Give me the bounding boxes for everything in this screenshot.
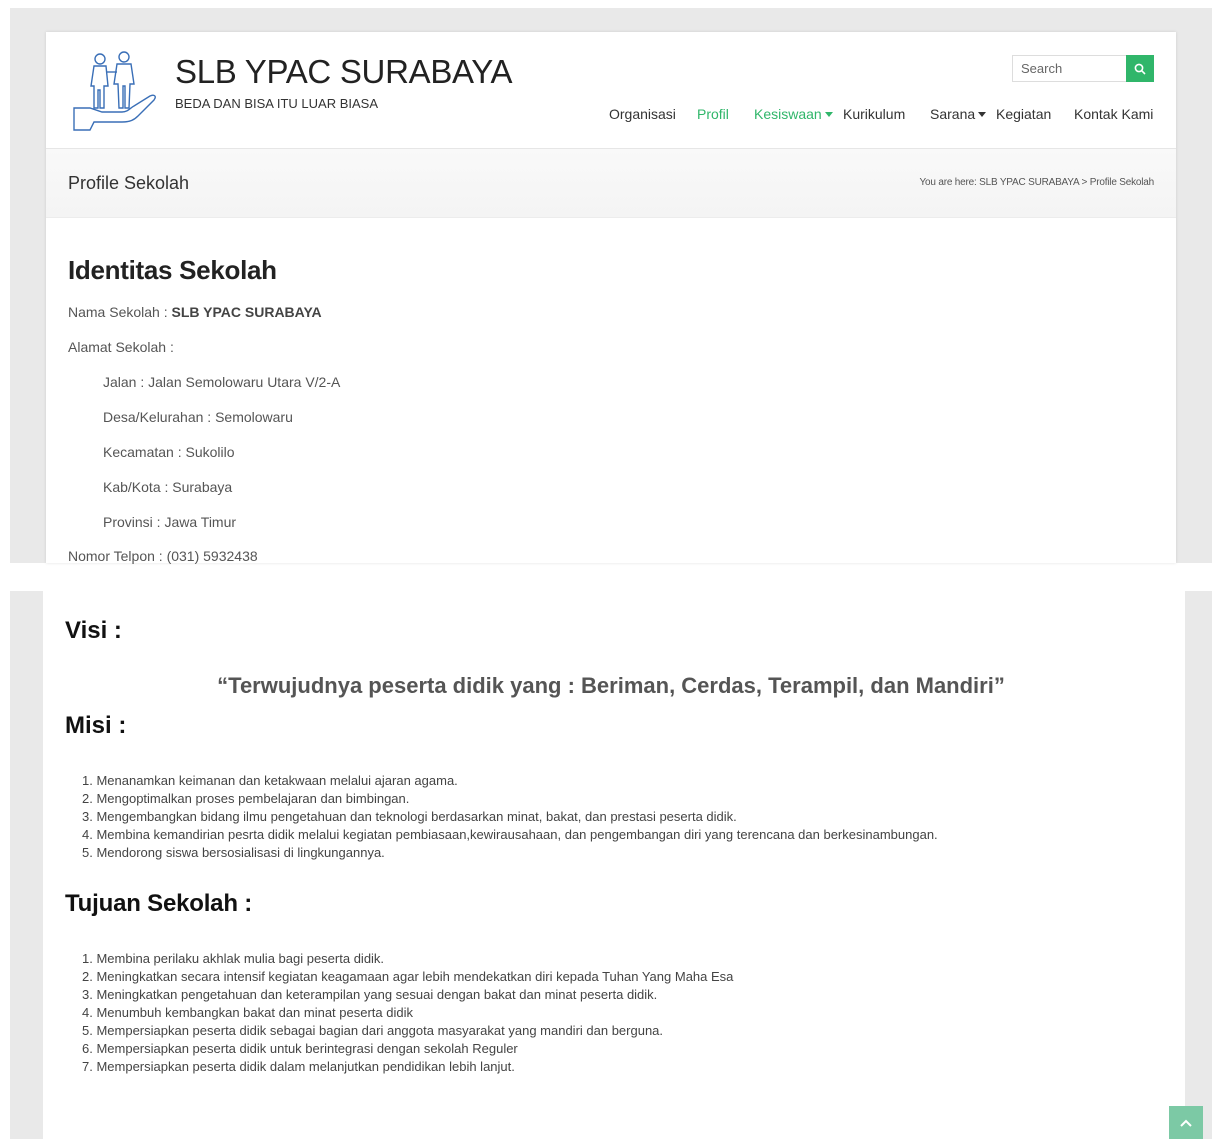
alamat-jalan: Jalan : Jalan Semolowaru Utara V/2-A: [103, 374, 341, 390]
list-item: 5. Mempersiapkan peserta didik sebagai b…: [82, 1023, 664, 1038]
tujuan-list: 1. Membina perilaku akhlak mulia bagi pe…: [82, 950, 733, 1076]
list-item: 4. Menumbuh kembangkan bakat dan minat p…: [82, 1005, 413, 1020]
nav-label: Kontak Kami: [1074, 106, 1154, 122]
nav-item-kesiswaan[interactable]: Kesiswaan: [754, 106, 833, 122]
caret-down-icon: [824, 111, 833, 117]
visi-text: “Terwujudnya peserta didik yang : Berima…: [217, 673, 1005, 698]
list-item: 5. Mendorong siswa bersosialisasi di lin…: [82, 845, 385, 860]
alamat-provinsi: Provinsi : Jawa Timur: [103, 514, 237, 530]
logo-icon[interactable]: [72, 50, 158, 132]
nav-item-kegiatan[interactable]: Kegiatan: [996, 106, 1051, 122]
list-item: 1. Membina perilaku akhlak mulia bagi pe…: [82, 951, 385, 966]
site-tagline: BEDA DAN BISA ITU LUAR BIASA: [175, 96, 379, 111]
alamat-label: Alamat Sekolah :: [68, 339, 174, 355]
list-item: 2. Mengoptimalkan proses pembelajaran da…: [82, 791, 410, 806]
caret-down-icon: [978, 111, 987, 117]
list-item: 3. Mengembangkan bidang ilmu pengetahuan…: [82, 809, 737, 824]
misi-list: 1. Menanamkan keimanan dan ketakwaan mel…: [82, 772, 938, 862]
site-title[interactable]: SLB YPAC SURABAYA: [175, 53, 513, 91]
tujuan-heading: Tujuan Sekolah :: [65, 890, 253, 917]
list-item: 4. Membina kemandirian pesrta didik mela…: [82, 827, 938, 842]
nama-sekolah: Nama Sekolah : SLB YPAC SURABAYA: [68, 304, 322, 320]
nama-label: Nama Sekolah :: [68, 304, 172, 320]
nav-label: Sarana: [930, 106, 976, 122]
nav-label: Kurikulum: [843, 106, 906, 122]
search-input[interactable]: [1012, 55, 1127, 82]
list-item: 2. Meningkatkan secara intensif kegiatan…: [82, 969, 734, 984]
search-icon: [1134, 63, 1146, 75]
alamat-kota: Kab/Kota : Surabaya: [103, 479, 233, 495]
identitas-heading: Identitas Sekolah: [68, 255, 277, 285]
chevron-up-icon: [1180, 1119, 1192, 1127]
breadcrumb: You are here: SLB YPAC SURABAYA > Profil…: [919, 177, 1154, 188]
nav-label: Organisasi: [609, 106, 676, 122]
list-item: 6. Mempersiapkan peserta didik untuk ber…: [82, 1041, 518, 1056]
list-item: 1. Menanamkan keimanan dan ketakwaan mel…: [82, 773, 458, 788]
alamat-kecamatan: Kecamatan : Sukolilo: [103, 444, 235, 460]
scroll-to-top-button[interactable]: [1169, 1106, 1203, 1139]
visi-heading: Visi :: [65, 617, 122, 644]
list-item: 3. Meningkatkan pengetahuan dan keteramp…: [82, 987, 658, 1002]
nav-item-organisasi[interactable]: Organisasi: [609, 106, 676, 122]
alamat-desa: Desa/Kelurahan : Semolowaru: [103, 409, 293, 425]
nav-label: Kegiatan: [996, 106, 1052, 122]
page-title: Profile Sekolah: [68, 173, 190, 193]
nav-item-sarana[interactable]: Sarana: [930, 106, 987, 122]
nav-item-kontak-kami[interactable]: Kontak Kami: [1074, 106, 1153, 122]
nav-label: Profil: [697, 106, 729, 122]
nav-label: Kesiswaan: [754, 106, 822, 122]
nav-item-profil[interactable]: Profil: [697, 106, 729, 122]
nav-item-kurikulum[interactable]: Kurikulum: [843, 106, 905, 122]
nomor-telpon: Nomor Telpon : (031) 5932438: [68, 548, 258, 564]
misi-heading: Misi :: [65, 712, 127, 739]
nama-value: SLB YPAC SURABAYA: [171, 304, 322, 320]
search-button[interactable]: [1126, 55, 1154, 82]
list-item: 7. Mempersiapkan peserta didik dalam mel…: [82, 1059, 515, 1074]
